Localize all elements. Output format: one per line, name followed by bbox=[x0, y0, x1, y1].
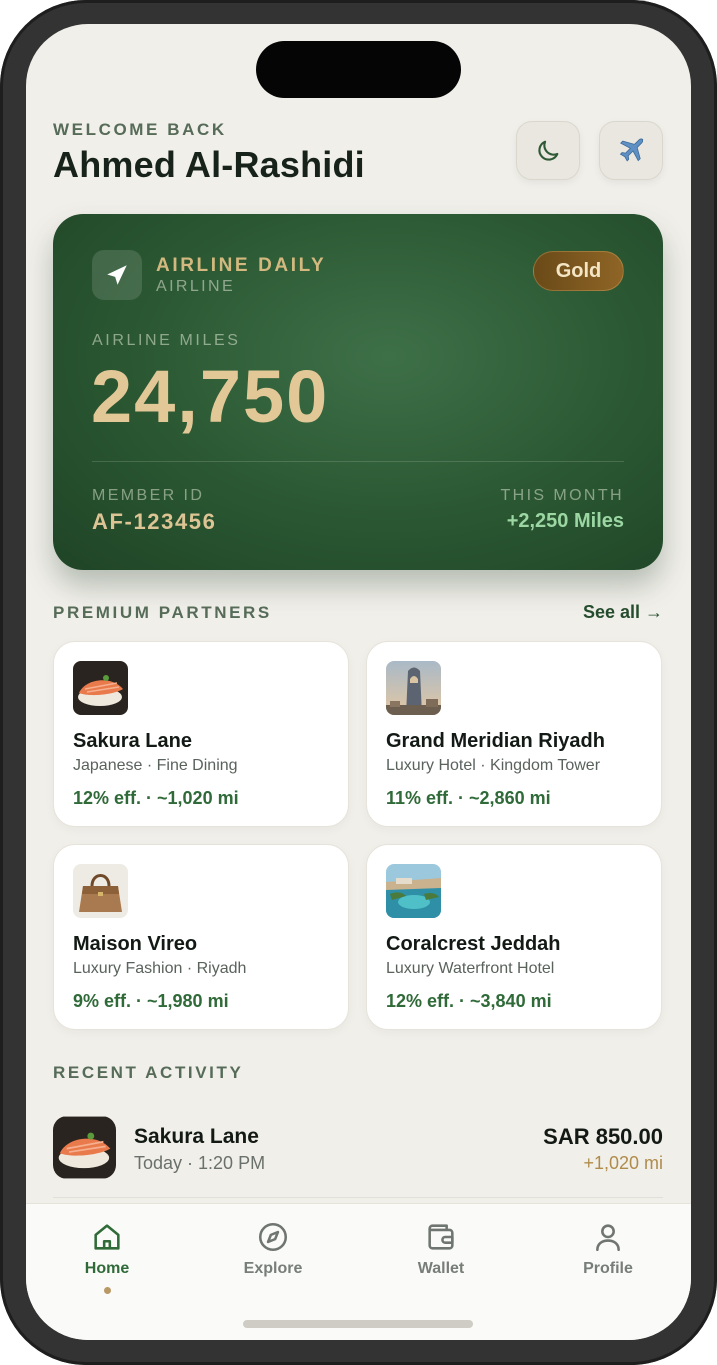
tab-wallet[interactable]: Wallet bbox=[381, 1220, 501, 1300]
activity-divider bbox=[53, 1197, 663, 1198]
activity-item[interactable]: Sakura Lane Today · 1:20 PM SAR 850.00 +… bbox=[53, 1116, 663, 1182]
home-indicator[interactable] bbox=[243, 1320, 473, 1328]
miles-card[interactable]: AIRLINE DAILY AIRLINE Gold AIRLINE MILES… bbox=[53, 214, 663, 570]
partner-earn-rate: 11% eff. · ~2,860 mi bbox=[386, 788, 551, 808]
member-id: AF-123456 bbox=[92, 509, 217, 534]
tab-label: Home bbox=[84, 1260, 130, 1277]
partner-name: Grand Meridian Riyadh bbox=[386, 730, 605, 752]
moon-icon bbox=[538, 140, 559, 161]
partner-name: Coralcrest Jeddah bbox=[386, 933, 561, 955]
dynamic-island bbox=[256, 41, 461, 98]
partner-card[interactable]: Grand Meridian Riyadh Luxury Hotel · Kin… bbox=[366, 641, 662, 827]
compass-icon bbox=[258, 1222, 288, 1252]
partner-category: Luxury Waterfront Hotel bbox=[386, 960, 555, 977]
activity-miles: +1,020 mi bbox=[583, 1153, 663, 1173]
welcome-label: WELCOME BACK bbox=[53, 120, 227, 139]
tier-badge: Gold bbox=[533, 251, 624, 291]
tab-explore[interactable]: Explore bbox=[213, 1220, 333, 1300]
tab-label: Wallet bbox=[417, 1260, 465, 1277]
partner-category: Japanese · Fine Dining bbox=[73, 757, 238, 774]
paper-plane-icon bbox=[107, 265, 127, 285]
partner-category: Luxury Hotel · Kingdom Tower bbox=[386, 757, 601, 774]
partner-card[interactable]: Coralcrest Jeddah Luxury Waterfront Hote… bbox=[366, 844, 662, 1030]
card-brand-subtitle: AIRLINE bbox=[156, 278, 236, 295]
partner-name: Maison Vireo bbox=[73, 933, 198, 955]
activity-time: Today · 1:20 PM bbox=[134, 1153, 266, 1173]
activity-section-title: RECENT ACTIVITY bbox=[53, 1063, 244, 1082]
partner-earn-rate: 12% eff. · ~3,840 mi bbox=[386, 991, 552, 1011]
activity-merchant: Sakura Lane bbox=[134, 1125, 259, 1148]
miles-label: AIRLINE MILES bbox=[92, 332, 241, 349]
partner-earn-rate: 9% eff. · ~1,980 mi bbox=[73, 991, 229, 1011]
tower-image bbox=[386, 661, 441, 715]
this-month-miles: +2,250 Miles bbox=[506, 510, 624, 532]
person-icon bbox=[596, 1224, 620, 1252]
airplane-icon bbox=[619, 138, 644, 162]
flights-button[interactable] bbox=[599, 121, 663, 180]
partner-card[interactable]: Maison Vireo Luxury Fashion · Riyadh 9% … bbox=[53, 844, 349, 1030]
partner-name: Sakura Lane bbox=[73, 730, 192, 752]
see-all-link[interactable]: See all → bbox=[583, 602, 663, 623]
theme-toggle-button[interactable] bbox=[516, 121, 580, 180]
user-name: Ahmed Al-Rashidi bbox=[53, 144, 365, 185]
sushi-image bbox=[53, 1116, 116, 1179]
card-divider bbox=[92, 461, 624, 462]
activity-amount: SAR 850.00 bbox=[543, 1124, 663, 1149]
tab-label: Explore bbox=[243, 1260, 303, 1277]
card-brand-name: AIRLINE DAILY bbox=[156, 255, 327, 276]
active-tab-indicator bbox=[104, 1287, 111, 1294]
miles-balance: 24,750 bbox=[91, 355, 330, 438]
handbag-image bbox=[73, 864, 128, 918]
partner-card[interactable]: Sakura Lane Japanese · Fine Dining 12% e… bbox=[53, 641, 349, 827]
home-icon bbox=[94, 1224, 120, 1250]
airline-logo bbox=[92, 250, 142, 300]
this-month-label: THIS MONTH bbox=[500, 487, 624, 504]
wallet-icon bbox=[428, 1224, 454, 1250]
member-id-label: MEMBER ID bbox=[92, 487, 205, 504]
partner-category: Luxury Fashion · Riyadh bbox=[73, 960, 247, 977]
sushi-image bbox=[73, 661, 128, 715]
tab-label: Profile bbox=[583, 1260, 633, 1277]
resort-image bbox=[386, 864, 441, 918]
app-screen: WELCOME BACK Ahmed Al-Rashidi AIRLINE DA… bbox=[26, 24, 691, 1340]
tab-profile[interactable]: Profile bbox=[548, 1220, 668, 1300]
phone-frame: WELCOME BACK Ahmed Al-Rashidi AIRLINE DA… bbox=[0, 0, 717, 1365]
partner-earn-rate: 12% eff. · ~1,020 mi bbox=[73, 788, 239, 808]
partners-section-title: PREMIUM PARTNERS bbox=[53, 603, 272, 622]
